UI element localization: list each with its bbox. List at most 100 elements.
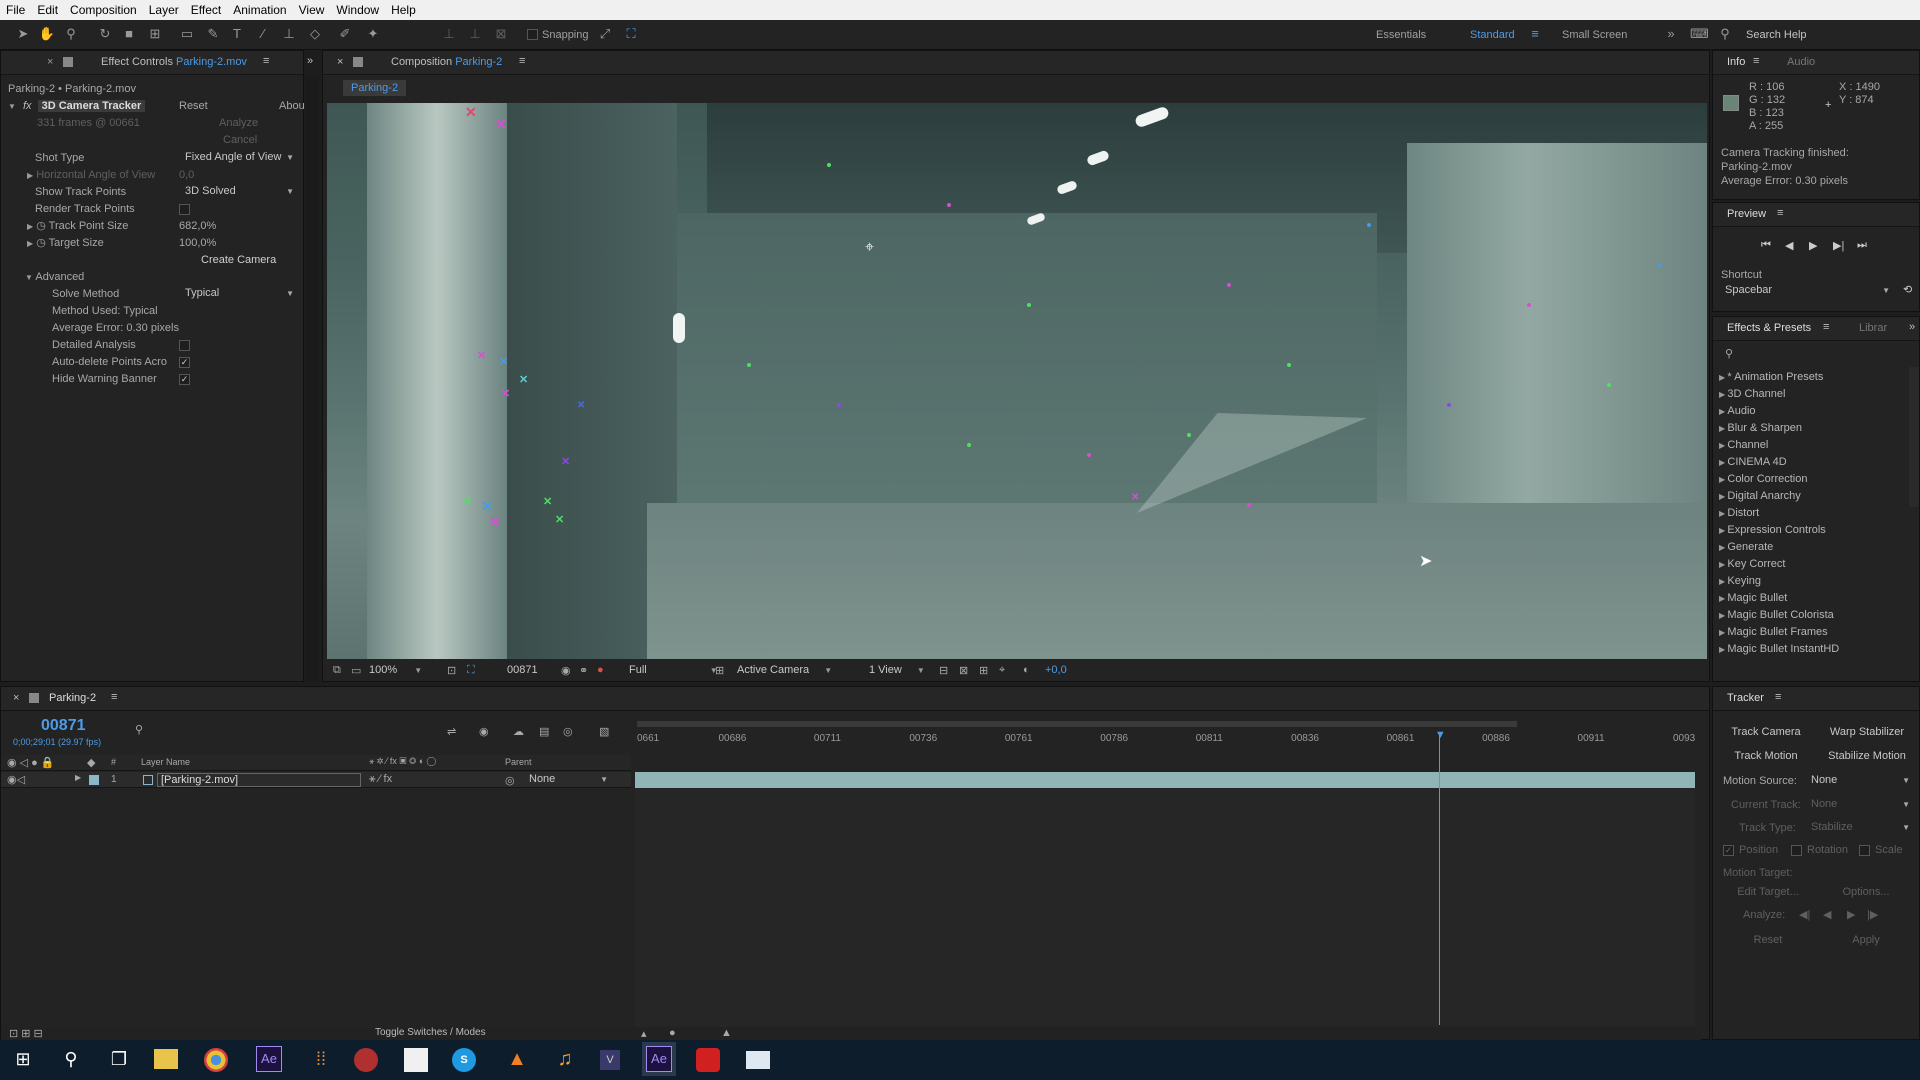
effect-category-magic-bullet-frames[interactable]: Magic Bullet Frames (1713, 624, 1909, 641)
always-preview-icon[interactable]: ⧉ (333, 664, 341, 677)
effect-category-magic-bullet-colorista[interactable]: Magic Bullet Colorista (1713, 607, 1909, 624)
menu-edit[interactable]: Edit (31, 3, 64, 17)
footer-icons[interactable]: ⊡ ⊞ ⊟ (9, 1027, 43, 1040)
comp-mini-flowchart-icon[interactable]: ⇌ (447, 725, 456, 738)
display-icon[interactable]: ▭ (351, 664, 361, 677)
track-point-size-value[interactable]: 682,0% (179, 218, 216, 234)
track-point[interactable] (1287, 363, 1291, 367)
menu-layer[interactable]: Layer (143, 3, 185, 17)
track-point-marker[interactable]: ✕ (481, 499, 493, 513)
track-point[interactable] (1087, 453, 1091, 457)
panel-menu-icon[interactable]: ≡ (1777, 207, 1783, 219)
hide-warning-checkbox[interactable]: ✓ (179, 374, 190, 385)
track-point[interactable] (1657, 263, 1661, 267)
clone-stamp-tool-icon[interactable]: ⊥ (280, 25, 298, 43)
advanced-group[interactable]: ▼ Advanced (25, 269, 84, 285)
roto-brush-tool-icon[interactable]: ✐ (336, 25, 354, 43)
notepad-icon[interactable] (404, 1048, 428, 1072)
comp-flowchart-icon[interactable]: ⊞ (979, 664, 988, 677)
panel-lock-icon[interactable] (353, 57, 363, 67)
effect-controls-tab[interactable]: Effect Controls Parking-2.mov (101, 56, 247, 68)
shy-layers-icon[interactable]: ☁ (513, 725, 524, 738)
sync-settings-icon[interactable]: ⌨ (1690, 25, 1709, 43)
effect-category-channel[interactable]: Channel (1713, 437, 1909, 454)
effect-category-blur-sharpen[interactable]: Blur & Sharpen (1713, 420, 1909, 437)
play-icon[interactable]: ▶ (1809, 239, 1817, 252)
transparency-grid-icon[interactable]: ⊠ (959, 664, 968, 677)
cancel-button[interactable]: Cancel (223, 132, 257, 148)
effect-category-generate[interactable]: Generate (1713, 539, 1909, 556)
close-icon[interactable]: × (47, 56, 53, 68)
h-angle-value[interactable]: 0,0 (179, 167, 194, 183)
skype-icon[interactable]: S (452, 1048, 476, 1072)
workspace-standard[interactable]: Standard (1470, 29, 1515, 41)
layer-row[interactable]: ◉◁ ▶ 1 [Parking-2.mov] ⚹ ⁄ fx ◎ None (1, 772, 631, 788)
timeline-current-time[interactable]: 00871 (41, 717, 86, 735)
track-motion-button[interactable]: Track Motion (1721, 747, 1811, 765)
expand-layer-icon[interactable]: ▶ (75, 773, 81, 782)
local-axis-icon[interactable]: ⊥ (440, 25, 458, 43)
about-link[interactable]: Abou (279, 98, 305, 114)
track-camera-button[interactable]: Track Camera (1721, 723, 1811, 741)
track-point-marker[interactable]: ✕ (501, 387, 510, 401)
track-point[interactable] (837, 403, 841, 407)
search-icon[interactable]: ⚲ (56, 1044, 86, 1074)
shortcut-dropdown[interactable]: Spacebar (1721, 284, 1893, 299)
track-point[interactable] (1527, 303, 1531, 307)
creative-cloud-icon[interactable] (696, 1048, 720, 1072)
world-axis-icon[interactable]: ⊥ (466, 25, 484, 43)
zoom-tool-icon[interactable]: ⚲ (62, 25, 80, 43)
exposure-value[interactable]: +0,0 (1045, 664, 1067, 676)
tracker-tab[interactable]: Tracker (1727, 692, 1764, 704)
options-button[interactable]: Options... (1821, 883, 1911, 901)
region-of-interest-icon[interactable]: ⛶ (467, 664, 475, 677)
effect-category-3d-channel[interactable]: 3D Channel (1713, 386, 1909, 403)
effect-category-keying[interactable]: Keying (1713, 573, 1909, 590)
playhead[interactable] (1438, 733, 1440, 1025)
brush-tool-icon[interactable]: ⁄ (254, 25, 272, 43)
v-app-icon[interactable]: V (600, 1050, 620, 1070)
camera-tool-icon[interactable]: ■ (120, 25, 138, 43)
task-view-icon[interactable]: ❐ (104, 1044, 134, 1074)
analyze-forward-icon[interactable]: ▶ (1847, 908, 1855, 921)
composition-viewer[interactable]: ⌖ ✕ ✕ ✕ ✕ ✕ ✕ ✕ ✕ ✕ ✕ ✕ ✕ ✕ ✕ ➤ (327, 103, 1707, 659)
puppet-tool-icon[interactable]: ✦ (364, 25, 382, 43)
analyze-back-icon[interactable]: ◀| (1799, 908, 1810, 921)
shot-type-dropdown[interactable]: Fixed Angle of View (181, 151, 297, 166)
rotate-tool-icon[interactable]: ↻ (96, 25, 114, 43)
analyze-next-icon[interactable]: |▶ (1867, 908, 1878, 921)
layer-switches-icons[interactable]: ⚹ ⁄ fx (369, 773, 392, 786)
expand-panels-icon[interactable]: » (307, 55, 313, 67)
current-track-dropdown[interactable]: None (1807, 798, 1913, 813)
rectangle-tool-icon[interactable]: ▭ (178, 25, 196, 43)
workspace-small-screen[interactable]: Small Screen (1562, 29, 1627, 41)
zoom-in-icon[interactable]: ▲ (721, 1027, 732, 1039)
track-type-dropdown[interactable]: Stabilize (1807, 821, 1913, 836)
menu-view[interactable]: View (293, 3, 331, 17)
panel-menu-icon[interactable]: ≡ (519, 55, 525, 67)
effect-category-digital-anarchy[interactable]: Digital Anarchy (1713, 488, 1909, 505)
draft-3d-icon[interactable]: ◉ (479, 725, 489, 738)
track-point-marker[interactable]: ✕ (543, 495, 552, 509)
visibility-icon[interactable]: ◉◁ (7, 773, 25, 786)
after-effects-icon[interactable]: Ae (256, 1046, 282, 1072)
file-explorer-icon[interactable] (154, 1049, 178, 1069)
track-point-marker[interactable]: ✕ (477, 349, 486, 363)
label-color-swatch[interactable] (89, 775, 99, 785)
effect-name[interactable]: 3D Camera Tracker (37, 100, 146, 112)
previous-frame-icon[interactable]: ◀ (1785, 239, 1793, 252)
panel-menu-icon[interactable]: ≡ (263, 55, 269, 67)
expand-panels-icon[interactable]: » (1909, 321, 1915, 333)
layer-duration-bar[interactable] (635, 772, 1695, 788)
show-track-points-dropdown[interactable]: 3D Solved (181, 185, 297, 200)
zoom-out-icon[interactable]: ▴ (641, 1027, 647, 1040)
reset-button[interactable]: Reset (1723, 931, 1813, 949)
snapping-checkbox[interactable] (527, 29, 538, 40)
menu-help[interactable]: Help (385, 3, 422, 17)
panel-menu-icon[interactable]: ≡ (1753, 55, 1759, 67)
layer-name[interactable]: [Parking-2.mov] (157, 773, 361, 787)
track-point[interactable] (1187, 433, 1191, 437)
zoom-slider[interactable]: ● (669, 1027, 676, 1039)
effect-category-magic-bullet-instanthd[interactable]: Magic Bullet InstantHD (1713, 641, 1909, 658)
view-axis-icon[interactable]: ⊠ (492, 25, 510, 43)
